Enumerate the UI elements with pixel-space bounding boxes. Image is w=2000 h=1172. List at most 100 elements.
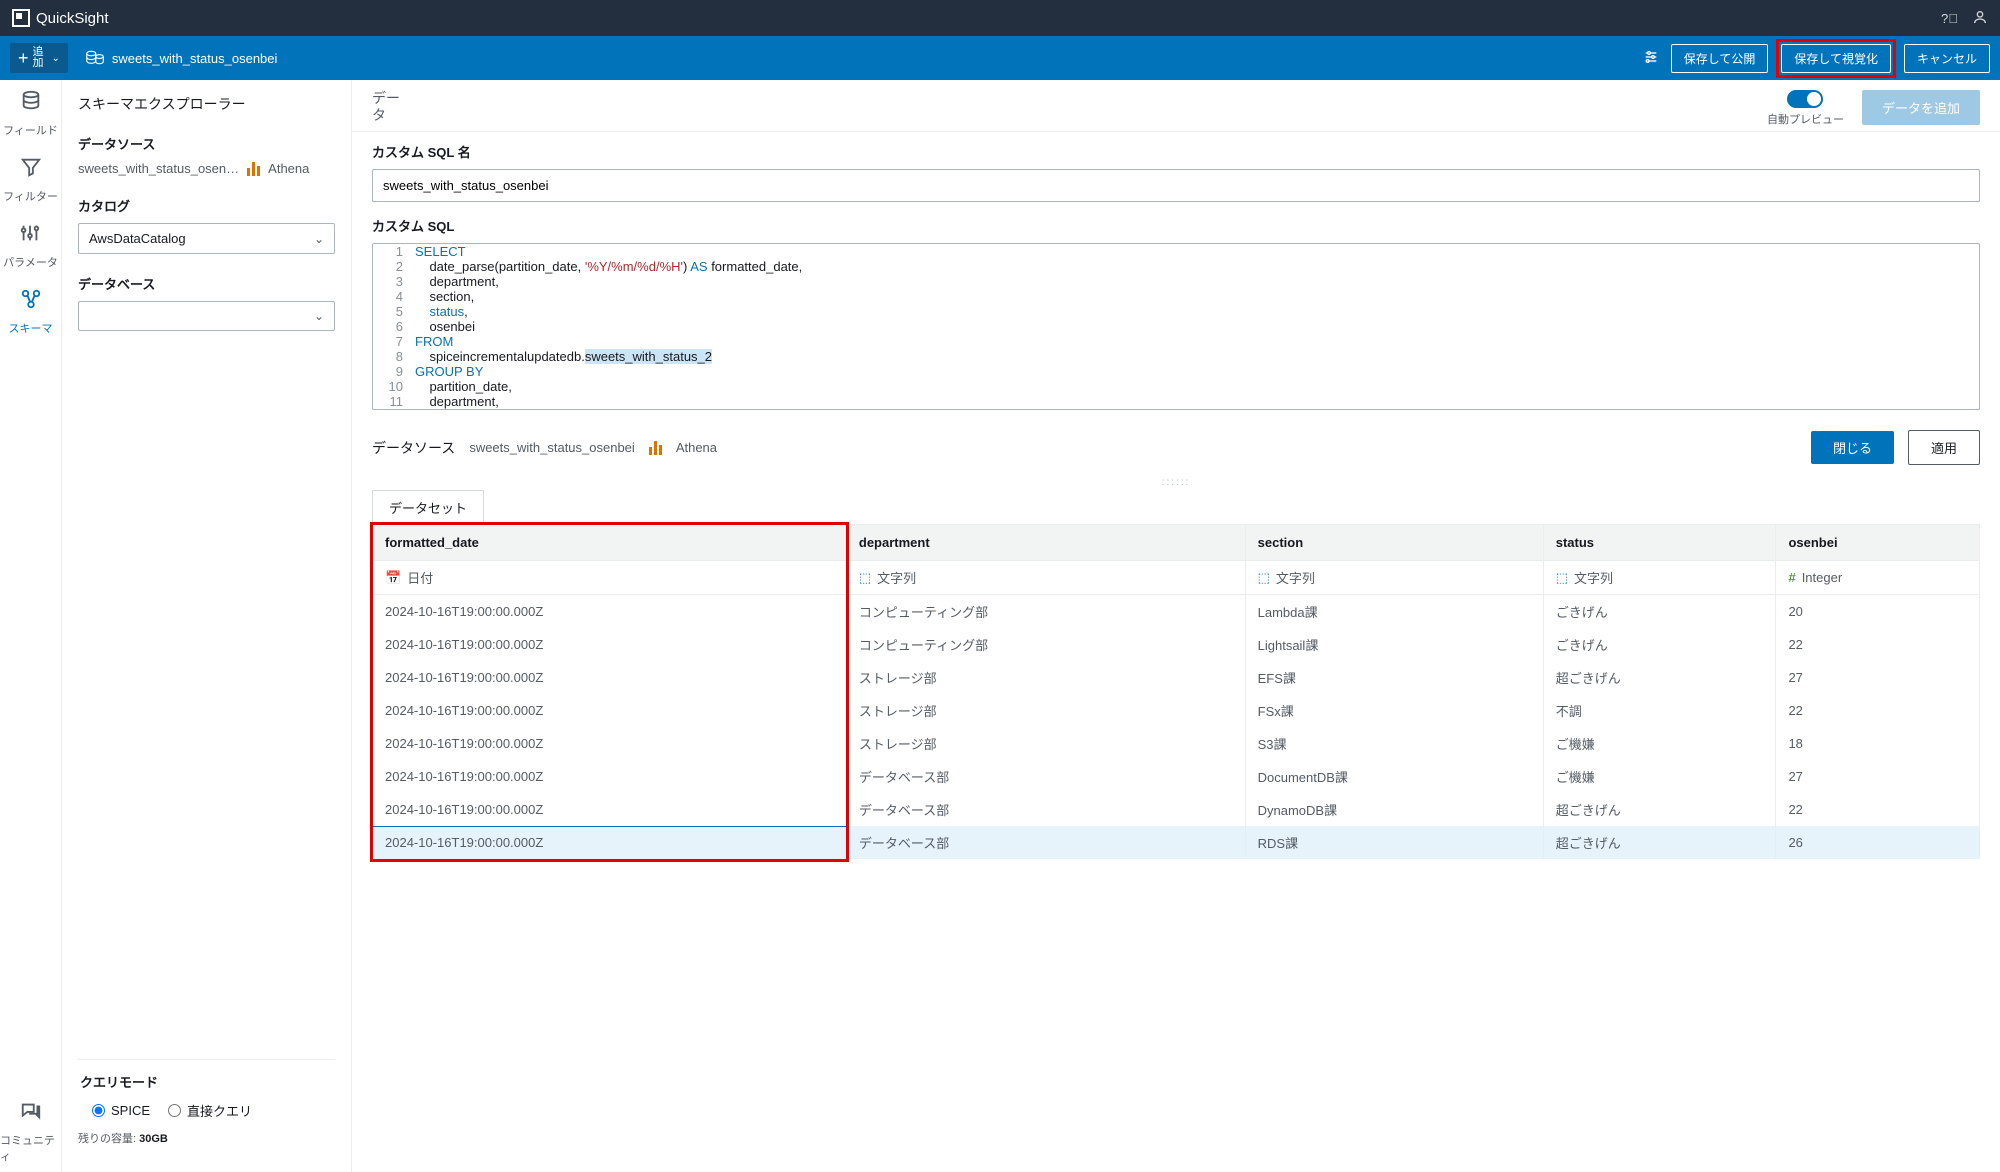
table-cell: データベース部	[846, 760, 1245, 793]
highlight-save-visualize: 保存して視覚化	[1776, 39, 1896, 78]
table-cell: 27	[1776, 661, 1980, 694]
table-cell: データベース部	[846, 826, 1245, 859]
preview-table: formatted_datedepartmentsectionstatusose…	[372, 524, 1980, 860]
dataset-name: sweets_with_status_osenbei	[112, 51, 278, 66]
schema-explorer: スキーマエクスプローラー データソース sweets_with_status_o…	[62, 80, 352, 1172]
database-label: データベース	[78, 274, 335, 293]
table-cell: 2024-10-16T19:00:00.000Z	[373, 760, 847, 793]
table-cell: S3課	[1245, 727, 1543, 760]
database-select[interactable]: ⌄	[78, 301, 335, 331]
topbar: QuickSight ?⃝	[0, 0, 2000, 36]
action-bar: + 追 加 ⌄ sweets_with_status_osenbei 保存して公…	[0, 36, 2000, 80]
query-mode-title: クエリモード	[78, 1072, 335, 1091]
table-row[interactable]: 2024-10-16T19:00:00.000Zデータベース部DocumentD…	[373, 760, 1980, 793]
table-cell: ごきげん	[1543, 595, 1776, 629]
table-row[interactable]: 2024-10-16T19:00:00.000Zストレージ部FSx課不調22	[373, 694, 1980, 727]
catalog-select[interactable]: AwsDataCatalog ⌄	[78, 223, 335, 254]
rail-schema-label: スキーマ	[9, 320, 53, 336]
cancel-button[interactable]: キャンセル	[1904, 44, 1990, 73]
params-icon	[19, 222, 41, 250]
table-row[interactable]: 2024-10-16T19:00:00.000Zストレージ部EFS課超ごきげん2…	[373, 661, 1980, 694]
dataset-icon	[86, 50, 104, 66]
main-content: デー タ 自動プレビュー データを追加 カスタム SQL 名 カスタム SQL …	[352, 80, 2000, 1172]
tab-dataset[interactable]: データセット	[372, 490, 484, 524]
plus-icon: +	[18, 48, 29, 69]
schema-icon	[20, 288, 42, 316]
save-publish-button[interactable]: 保存して公開	[1671, 44, 1769, 73]
fields-icon	[20, 90, 42, 118]
app-name: QuickSight	[36, 10, 109, 27]
capacity-text: 残りの容量: 30GB	[78, 1130, 335, 1146]
close-button[interactable]: 閉じる	[1811, 431, 1894, 464]
radio-direct[interactable]: 直接クエリ	[168, 1101, 252, 1120]
column-type[interactable]: ⬚ 文字列	[1245, 561, 1543, 595]
app-logo[interactable]: QuickSight	[12, 9, 109, 27]
table-cell: 2024-10-16T19:00:00.000Z	[373, 595, 847, 629]
table-cell: DynamoDB課	[1245, 793, 1543, 826]
rail-params[interactable]: パラメータ	[3, 222, 58, 270]
column-type[interactable]: # Integer	[1776, 561, 1980, 595]
preview-table-wrap: データセット formatted_datedepartmentsectionst…	[352, 490, 2000, 1172]
chevron-down-icon: ⌄	[314, 309, 324, 323]
chevron-down-icon: ⌄	[314, 232, 324, 246]
apply-button[interactable]: 適用	[1908, 430, 1980, 465]
ds-footer-label: データソース	[372, 438, 455, 458]
table-cell: ストレージ部	[846, 727, 1245, 760]
add-data-button[interactable]: データを追加	[1862, 90, 1980, 125]
table-row[interactable]: 2024-10-16T19:00:00.000Zコンピューティング部Lights…	[373, 628, 1980, 661]
table-cell: ご機嫌	[1543, 727, 1776, 760]
table-row[interactable]: 2024-10-16T19:00:00.000Zコンピューティング部Lambda…	[373, 595, 1980, 629]
table-row[interactable]: 2024-10-16T19:00:00.000Zデータベース部DynamoDB課…	[373, 793, 1980, 826]
table-cell: ご機嫌	[1543, 760, 1776, 793]
tune-icon[interactable]	[1639, 45, 1663, 72]
column-header[interactable]: osenbei	[1776, 525, 1980, 561]
table-cell: 2024-10-16T19:00:00.000Z	[373, 694, 847, 727]
help-icon[interactable]: ?⃝	[1941, 11, 1958, 26]
save-visualize-button[interactable]: 保存して視覚化	[1781, 44, 1891, 73]
table-cell: Lambda課	[1245, 595, 1543, 629]
table-cell: 27	[1776, 760, 1980, 793]
auto-preview-toggle[interactable]	[1787, 90, 1823, 108]
add-label: 追 加	[33, 47, 44, 69]
sql-editor[interactable]: 1SELECT2 date_parse(partition_date, '%Y/…	[372, 243, 1980, 410]
table-header-row: formatted_datedepartmentsectionstatusose…	[373, 525, 1980, 561]
column-header[interactable]: section	[1245, 525, 1543, 561]
rail-filter[interactable]: フィルター	[3, 156, 58, 204]
table-cell: 超ごきげん	[1543, 793, 1776, 826]
auto-preview-label: 自動プレビュー	[1767, 111, 1844, 127]
filter-icon	[20, 156, 42, 184]
rail-params-label: パラメータ	[3, 254, 58, 270]
datasource-footer: データソース sweets_with_status_osenbei Athena…	[352, 420, 2000, 475]
rail-schema[interactable]: スキーマ	[9, 288, 53, 336]
rail-community[interactable]: コミュニティ	[0, 1100, 61, 1172]
athena-icon	[649, 441, 662, 455]
table-cell: Lightsail課	[1245, 628, 1543, 661]
table-cell: 不調	[1543, 694, 1776, 727]
column-type[interactable]: 📅 日付	[373, 561, 847, 595]
table-row[interactable]: 2024-10-16T19:00:00.000Zデータベース部RDS課超ごきげん…	[373, 826, 1980, 859]
add-button[interactable]: + 追 加 ⌄	[10, 43, 68, 73]
table-cell: 2024-10-16T19:00:00.000Z	[373, 727, 847, 760]
sql-name-input[interactable]	[372, 169, 1980, 202]
table-row[interactable]: 2024-10-16T19:00:00.000Zストレージ部S3課ご機嫌18	[373, 727, 1980, 760]
column-type[interactable]: ⬚ 文字列	[1543, 561, 1776, 595]
table-cell: コンピューティング部	[846, 595, 1245, 629]
column-type[interactable]: ⬚ 文字列	[846, 561, 1245, 595]
rail-community-label: コミュニティ	[0, 1132, 61, 1164]
dataset-chip[interactable]: sweets_with_status_osenbei	[86, 50, 278, 66]
table-cell: 超ごきげん	[1543, 826, 1776, 859]
rail-fields[interactable]: フィールド	[3, 90, 58, 138]
table-cell: 26	[1776, 826, 1980, 859]
table-cell: 18	[1776, 727, 1980, 760]
table-cell: EFS課	[1245, 661, 1543, 694]
sql-name-label: カスタム SQL 名	[372, 142, 1980, 161]
user-icon[interactable]	[1972, 9, 1988, 28]
community-icon	[20, 1100, 42, 1128]
column-header[interactable]: formatted_date	[373, 525, 847, 561]
column-header[interactable]: status	[1543, 525, 1776, 561]
column-header[interactable]: department	[846, 525, 1245, 561]
table-cell: 2024-10-16T19:00:00.000Z	[373, 793, 847, 826]
resize-handle[interactable]: ::::::	[352, 475, 2000, 490]
table-cell: ストレージ部	[846, 661, 1245, 694]
radio-spice[interactable]: SPICE	[92, 1101, 150, 1120]
